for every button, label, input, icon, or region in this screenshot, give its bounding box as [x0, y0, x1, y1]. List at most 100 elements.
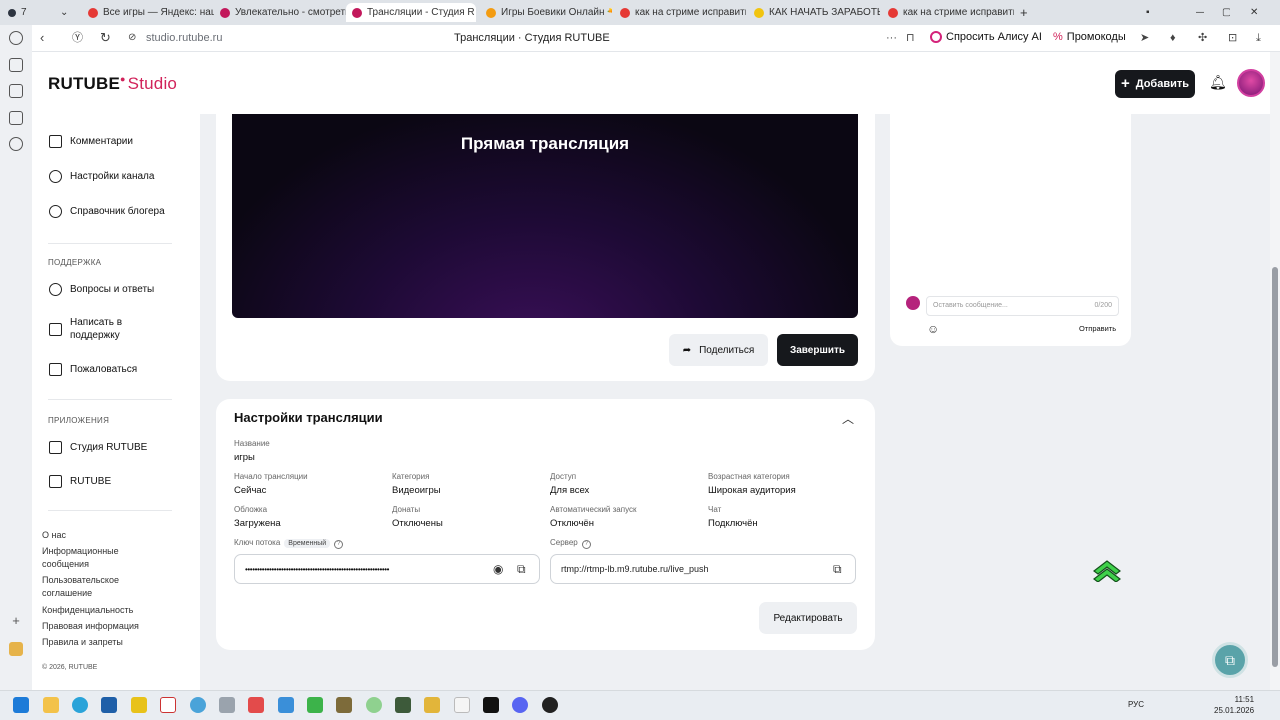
yandex-icon [88, 7, 98, 18]
language-indicator[interactable]: РУС [1128, 700, 1144, 709]
copy-icon[interactable]: ⧉ [517, 562, 526, 577]
maximize-button[interactable]: ▢ [1216, 3, 1230, 22]
discord-icon[interactable] [512, 697, 528, 713]
yandex-browser-icon[interactable] [160, 697, 176, 713]
bookmarks-button[interactable]: ▪ [1140, 3, 1154, 22]
eye-icon[interactable]: ◉ [493, 562, 503, 576]
edge-icon[interactable] [72, 697, 88, 713]
photos-icon[interactable] [278, 697, 294, 713]
avatar[interactable] [1237, 69, 1265, 97]
end-stream-button[interactable]: Завершить [777, 334, 858, 366]
extensions-icon[interactable]: ✣ [1198, 30, 1207, 46]
yandex-home-button[interactable]: Ⓨ [72, 30, 83, 46]
minecraft-icon[interactable] [336, 697, 352, 713]
help-icon[interactable]: ? [334, 540, 344, 549]
sidebar-item-rutube-app[interactable]: RUTUBE [49, 475, 111, 488]
server-field[interactable]: rtmp://rtmp-lb.m9.rutube.ru/live_push ⧉ [550, 554, 856, 584]
url-field[interactable]: studio.rutube.ru [146, 32, 222, 44]
tab-5[interactable]: КАК НАЧАТЬ ЗАРАБОТЫ [748, 3, 880, 22]
window-close-button[interactable]: ✕ [1244, 3, 1258, 22]
comments-icon [49, 135, 62, 148]
download-icon[interactable]: ⤓ [1256, 30, 1261, 46]
studio-app-icon [49, 441, 62, 454]
store-icon[interactable] [101, 697, 117, 713]
add-button[interactable]: + Добавить [1115, 70, 1195, 98]
reload-button[interactable]: ↻ [100, 30, 111, 46]
document-icon[interactable] [454, 697, 470, 713]
tab-2-active[interactable]: Трансляции - Студия R ✕ [346, 3, 476, 22]
chat-message-input[interactable]: Оставить сообщение... 0/200 [926, 296, 1119, 316]
question-icon [49, 283, 62, 296]
clock[interactable]: 11:51 25.01.2026 [1214, 694, 1254, 716]
app-icon[interactable] [424, 697, 440, 713]
new-tab-button[interactable]: + [1014, 3, 1032, 22]
footer-link-info[interactable]: Информационные сообщения [42, 545, 142, 571]
camera-icon[interactable] [219, 697, 235, 713]
footer-link-rules[interactable]: Правила и запреты [42, 636, 123, 649]
scrollbar-thumb[interactable] [1272, 267, 1278, 667]
chat-send-button[interactable]: Отправить [1079, 324, 1116, 333]
tab-1[interactable]: Увлекательно - смотреть ог [214, 3, 346, 22]
sidebar-item-contact-support[interactable]: Написать в поддержку [49, 316, 139, 342]
tab-4[interactable]: как на стриме исправить [614, 3, 746, 22]
sidebar-section-support: ПОДДЕРЖКА [48, 258, 102, 267]
sidebar-item-report[interactable]: Пожаловаться [49, 363, 137, 376]
file-explorer-icon[interactable] [43, 697, 59, 713]
tab-list-button[interactable]: ⌄ [54, 3, 68, 22]
download-manager-icon[interactable] [307, 697, 323, 713]
collections-icon[interactable]: ⊡ [1228, 30, 1237, 46]
gallery-icon[interactable] [9, 111, 23, 125]
tab-counter[interactable]: 7 [2, 3, 32, 22]
app-icon[interactable] [483, 697, 499, 713]
obs-icon[interactable] [542, 697, 558, 713]
mic-icon[interactable]: ♦ [1170, 30, 1176, 46]
edit-button[interactable]: Редактировать [759, 602, 857, 634]
app-icon[interactable] [9, 642, 23, 656]
yandex-icon[interactable] [248, 697, 264, 713]
tab-3[interactable]: Игры Боевики Онлайн 🔫 [480, 3, 612, 22]
back-button[interactable]: ‹ [40, 30, 44, 46]
sidebar-item-blogger-guide[interactable]: Справочник блогера [49, 205, 165, 218]
tab-6[interactable]: как на стриме исправить [882, 3, 1014, 22]
promo-button[interactable]: % Промокоды [1053, 31, 1126, 43]
app-icon[interactable] [366, 697, 382, 713]
stream-preview[interactable]: Прямая трансляция [232, 114, 858, 318]
page-scrollbar[interactable] [1270, 52, 1280, 690]
history-icon[interactable] [9, 31, 23, 45]
app-icon[interactable] [131, 697, 147, 713]
music-icon[interactable] [9, 137, 23, 151]
footer-link-privacy[interactable]: Конфиденциальность [42, 604, 133, 617]
globe-icon[interactable] [190, 697, 206, 713]
stream-key-label: Ключ потока [234, 538, 281, 547]
alice-label: Спросить Алису AI [946, 31, 1042, 43]
game-icon[interactable] [395, 697, 411, 713]
sidebar-item-faq[interactable]: Вопросы и ответы [49, 283, 154, 296]
add-panel-icon[interactable]: + [9, 614, 23, 629]
notes-icon[interactable] [9, 58, 23, 72]
tab-0[interactable]: Все игры — Яндекс: нашл [82, 3, 214, 22]
cursor-extension-icon[interactable]: ➤ [1140, 30, 1149, 46]
more-icon[interactable]: ··· [886, 30, 897, 46]
copy-icon[interactable]: ⧉ [833, 562, 842, 577]
windows-start-icon[interactable] [13, 697, 29, 713]
sidebar-item-studio-app[interactable]: Студия RUTUBE [49, 441, 147, 454]
footer-link-agreement[interactable]: Пользовательское соглашение [42, 574, 142, 600]
bookmark-icon[interactable]: ⊓ [906, 30, 915, 46]
bell-icon[interactable]: 🔔︎ [1209, 74, 1227, 91]
chevron-up-icon[interactable]: ︿ [842, 410, 854, 427]
help-icon[interactable]: ? [581, 540, 591, 549]
sidebar-item-channel-settings[interactable]: Настройки канала [49, 170, 154, 183]
alice-button[interactable]: Спросить Алису AI [930, 31, 1042, 43]
footer-link-legal[interactable]: Правовая информация [42, 620, 139, 633]
emoji-icon[interactable]: ☺ [927, 322, 939, 336]
footer-link-about[interactable]: О нас [42, 529, 66, 542]
minimize-button[interactable]: — [1190, 3, 1204, 22]
support-chat-button[interactable]: ⧉ [1212, 642, 1248, 678]
calendar-icon[interactable] [9, 84, 23, 98]
share-button[interactable]: ➦ Поделиться [669, 334, 768, 366]
sidebar-item-comments[interactable]: Комментарии [49, 135, 133, 148]
stream-key-field[interactable]: ••••••••••••••••••••••••••••••••••••••••… [234, 554, 540, 584]
site-info-icon[interactable]: ⊘ [128, 30, 136, 46]
double-chevron-up-icon[interactable] [1092, 558, 1122, 582]
rutube-studio-logo[interactable]: RUTUBE● Studio [48, 74, 177, 94]
